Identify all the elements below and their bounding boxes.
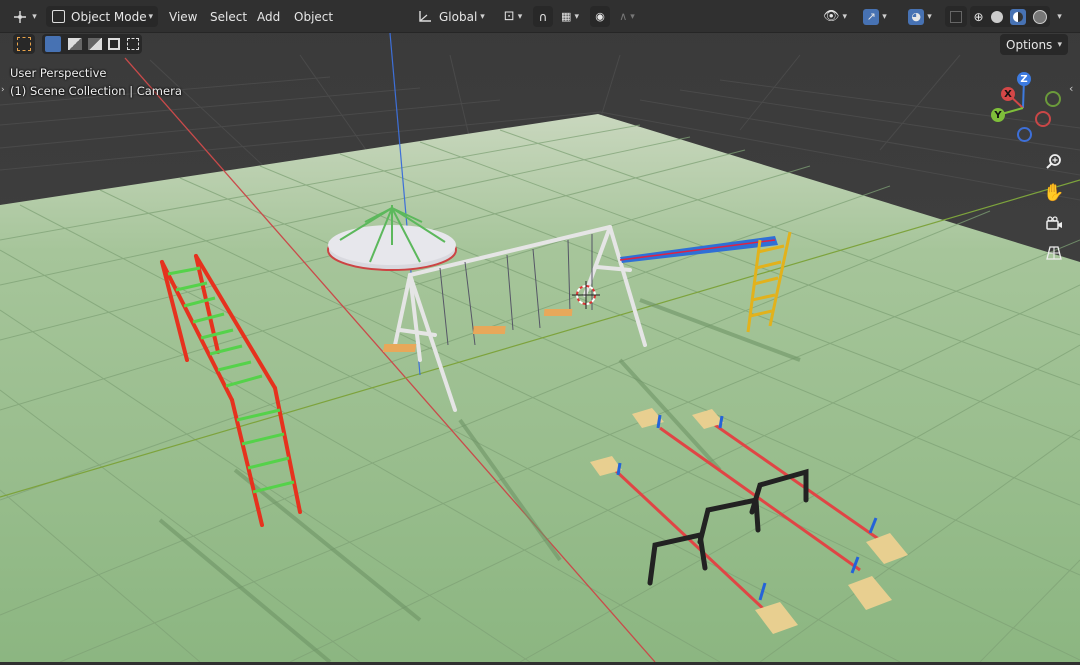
hand-icon: ✋	[1043, 183, 1065, 203]
xray-toggle[interactable]	[945, 6, 967, 27]
chevron-down-icon: ▾	[882, 11, 887, 22]
magnifier-icon	[1046, 154, 1061, 169]
xray-icon	[950, 10, 962, 23]
rendered-shading-icon[interactable]	[1032, 9, 1047, 24]
gizmo-y-axis[interactable]: Y	[991, 108, 1005, 122]
proportional-edit-icon: ◉	[595, 10, 605, 23]
menu-view[interactable]: View	[163, 6, 203, 27]
chevron-down-icon: ▾	[1057, 39, 1062, 50]
orientation-label: Global	[439, 9, 478, 24]
perspective-toggle-button[interactable]	[1040, 239, 1068, 267]
falloff-button[interactable]: ∧ ▾	[613, 6, 641, 27]
chevron-down-icon: ▾	[574, 11, 579, 22]
selection-mode-group	[42, 34, 142, 54]
overlays-icon: ◕	[908, 8, 925, 25]
extend-selection-icon[interactable]	[67, 38, 82, 50]
chevron-down-icon: ▾	[1057, 11, 1062, 22]
mode-label: Object Mode	[71, 9, 147, 24]
options-label: Options	[1006, 37, 1053, 52]
chevron-down-icon: ▾	[630, 11, 635, 22]
pivot-icon: ⊡	[503, 9, 515, 24]
zoom-button[interactable]	[1040, 148, 1068, 176]
grid-snap-icon: ▦	[561, 10, 572, 23]
perspective-label: User Perspective	[10, 66, 107, 80]
options-dropdown[interactable]: Options ▾	[1000, 34, 1068, 55]
shading-options-button[interactable]: ▾	[1050, 6, 1066, 27]
menu-object[interactable]: Object	[288, 6, 339, 27]
menu-select[interactable]: Select	[204, 6, 253, 27]
gizmo-toggle[interactable]: ↗ ▾	[855, 6, 895, 27]
menu-add[interactable]: Add	[251, 6, 286, 27]
chevron-down-icon: ▾	[927, 11, 932, 22]
solid-shading-icon[interactable]	[990, 10, 1003, 23]
magnet-icon: ∩	[538, 9, 548, 24]
gizmo-neg-x-axis[interactable]	[1035, 111, 1051, 127]
viewport-scene	[0, 0, 1080, 664]
sidebar-expand-icon[interactable]: ‹	[1069, 82, 1073, 95]
gizmo-x-axis[interactable]: X	[1001, 87, 1015, 101]
invert-selection-icon[interactable]	[108, 38, 121, 50]
gizmo-icon: ↗	[863, 8, 880, 25]
camera-icon	[1046, 216, 1062, 230]
eye-icon: 👁	[822, 9, 840, 24]
object-mode-icon	[52, 10, 65, 23]
chevron-down-icon: ▾	[842, 11, 848, 22]
camera-view-button[interactable]	[1040, 210, 1068, 238]
select-box-icon	[17, 37, 31, 51]
chevron-down-icon: ▾	[517, 11, 523, 22]
pivot-point-button[interactable]: ⊡ ▾	[497, 6, 529, 27]
pan-button[interactable]: ✋	[1040, 179, 1068, 207]
set-selection-icon[interactable]	[45, 36, 62, 52]
orientation-icon	[419, 10, 431, 22]
active-tool-button[interactable]	[13, 34, 35, 54]
material-preview-shading-icon[interactable]	[1009, 8, 1026, 25]
chevron-down-icon: ▾	[32, 11, 37, 22]
toolbar-expand-icon[interactable]: ›	[1, 85, 5, 95]
transform-orientation-selector[interactable]: Global ▾	[413, 6, 493, 27]
tool-settings-bar: Options ▾	[0, 33, 1080, 55]
grid-perspective-icon	[1046, 246, 1062, 260]
overlays-toggle[interactable]: ◕ ▾	[900, 6, 940, 27]
gizmo-neg-y-axis[interactable]	[1045, 91, 1061, 107]
snap-toggle[interactable]: ∩	[533, 6, 553, 27]
mode-selector[interactable]: Object Mode ▾	[46, 6, 158, 27]
gizmo-z-axis[interactable]: Z	[1017, 72, 1031, 86]
navigation-gizmo[interactable]: Z X Y	[985, 70, 1065, 145]
snap-target-button[interactable]: ▦ ▾	[555, 6, 585, 27]
editor-type-button[interactable]: ▾	[8, 6, 42, 27]
viewport-header: ▾ Object Mode ▾ View Select Add Object G…	[0, 0, 1080, 33]
chevron-down-icon: ▾	[148, 11, 153, 22]
visibility-button[interactable]: 👁 ▾	[818, 6, 852, 27]
intersect-selection-icon[interactable]	[126, 38, 139, 50]
viewport-icon	[14, 10, 27, 23]
collection-label: (1) Scene Collection | Camera	[10, 84, 182, 98]
falloff-icon: ∧	[619, 10, 628, 23]
gizmo-neg-z-axis[interactable]	[1017, 127, 1032, 142]
wireframe-shading-icon[interactable]: ⊕	[973, 10, 983, 24]
3d-viewport[interactable]	[0, 0, 1080, 664]
proportional-editing-toggle[interactable]: ◉	[590, 6, 610, 27]
chevron-down-icon: ▾	[480, 11, 485, 22]
subtract-selection-icon[interactable]	[87, 38, 102, 50]
shading-modes: ⊕	[970, 6, 1050, 27]
